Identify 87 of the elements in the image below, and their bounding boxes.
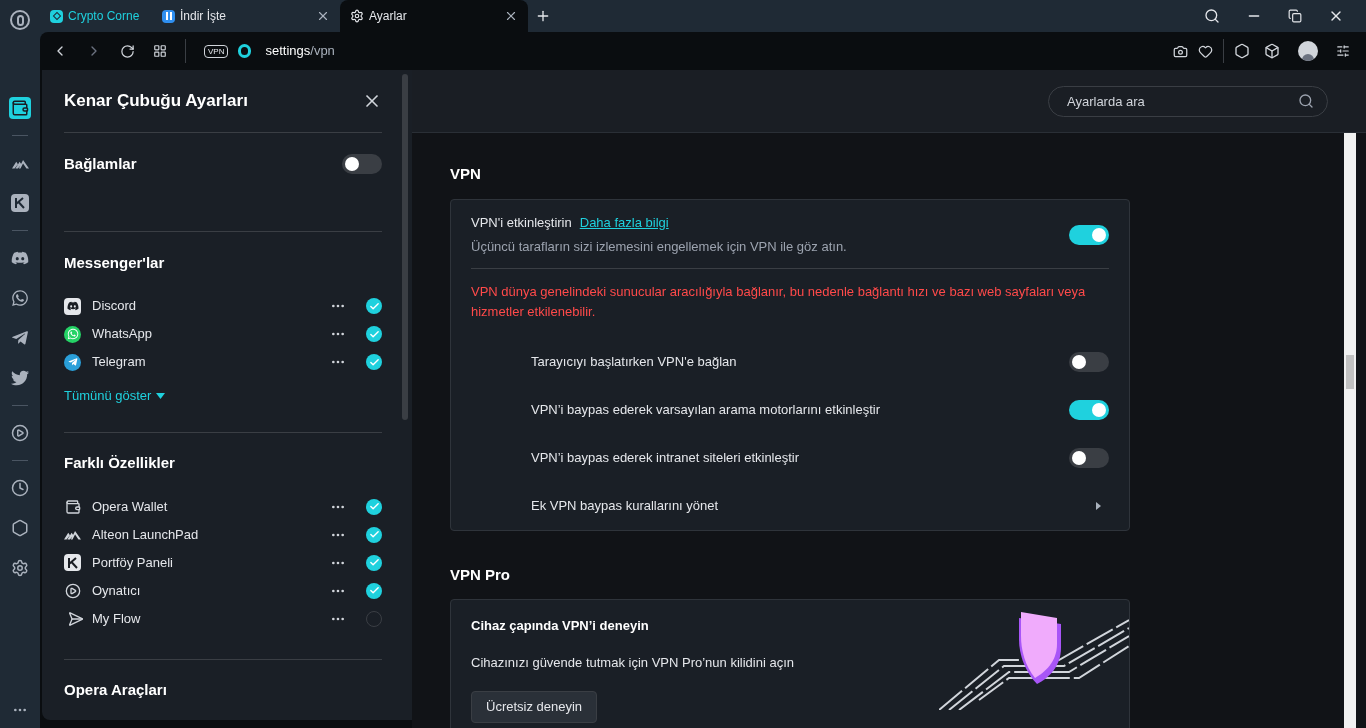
item-checkbox[interactable] — [366, 298, 382, 314]
sidebar-item-name: WhatsApp — [92, 325, 153, 344]
cube-icon[interactable] — [1264, 43, 1280, 59]
item-checkbox[interactable] — [366, 326, 382, 342]
wallet-icon[interactable] — [9, 97, 31, 119]
history-icon[interactable] — [9, 477, 31, 499]
toggle-switch[interactable] — [1069, 224, 1109, 245]
promo-description: Cihazınızı güvende tutmak için VPN Pro’nun kilidini açın — [471, 653, 795, 672]
mountains-icon — [64, 529, 81, 540]
vpn-badge[interactable]: VPN — [204, 44, 229, 58]
search-field[interactable]: Ayarlarda ara — [1048, 85, 1328, 117]
sidebar-item-name: Portföy Paneli — [92, 553, 174, 572]
item-checkbox[interactable] — [366, 354, 382, 370]
option-label: Ek VPN baypas kurallarını yönet — [531, 496, 719, 515]
camera-icon[interactable] — [1173, 43, 1188, 59]
check-icon — [368, 328, 380, 340]
browser-tab[interactable]: Crypto Corne — [40, 0, 152, 32]
grid-icon[interactable] — [153, 44, 167, 58]
toggle-switch[interactable] — [1069, 351, 1109, 372]
search-icon[interactable] — [1204, 8, 1220, 24]
new-tab-icon[interactable] — [535, 8, 551, 24]
settings-icon — [350, 9, 364, 23]
check-icon — [368, 557, 380, 568]
scrollbar[interactable] — [1344, 133, 1356, 728]
check-icon — [368, 529, 380, 540]
k-icon[interactable] — [9, 192, 31, 214]
discord-icon — [64, 297, 81, 315]
restore-icon[interactable] — [1288, 9, 1302, 23]
promo-title: Cihaz çapında VPN’i deneyin — [471, 617, 650, 635]
show-all-link[interactable]: Tümünü göster — [64, 386, 166, 406]
check-icon — [368, 585, 380, 596]
reload-icon[interactable] — [120, 43, 135, 59]
section-title: Opera Araçları — [64, 680, 167, 701]
setting-label: VPN'i etkinleştirin — [471, 213, 572, 232]
check-icon — [368, 300, 380, 312]
pause-icon — [162, 9, 175, 23]
heart-icon[interactable] — [1198, 43, 1213, 59]
play-icon — [64, 582, 81, 599]
section-heading: VPN — [450, 164, 482, 184]
section-title: Farklı Özellikler — [64, 453, 175, 474]
player-icon[interactable] — [9, 422, 31, 444]
search-icon — [1298, 92, 1314, 109]
section-title: Bağlamlar — [64, 153, 137, 174]
sidebar-item-name: My Flow — [92, 609, 142, 628]
avatar-icon[interactable] — [1298, 41, 1318, 61]
item-checkbox[interactable] — [366, 526, 382, 543]
check-icon — [368, 356, 380, 368]
wallet-icon — [64, 498, 81, 515]
k-icon — [64, 554, 81, 571]
scrollbar[interactable] — [402, 74, 408, 420]
section-heading: VPN Pro — [450, 564, 511, 585]
sidebar-item-name: Opera Wallet — [92, 497, 169, 516]
tab-title: İndir İşte — [180, 8, 228, 25]
tab-title: Crypto Corne — [68, 8, 141, 25]
browser-tab[interactable]: İndir İşte — [152, 0, 340, 32]
section-title: Messenger'lar — [64, 252, 165, 273]
sidebar-item-name: Alteon LaunchPad — [92, 525, 200, 544]
item-checkbox[interactable] — [366, 554, 382, 571]
whatsapp-icon[interactable] — [9, 287, 31, 309]
check-icon — [368, 501, 380, 512]
sidebar-item-name: Telegram — [92, 353, 147, 372]
setting-description: Üçüncü tarafların sizi izlemesini engellemek için VPN ile göz atın. — [471, 238, 847, 256]
diamond-icon — [50, 9, 63, 23]
option-label: Tarayıcıyı başlatırken VPN'e bağlan — [531, 352, 737, 371]
chevron-right-icon[interactable] — [1096, 501, 1101, 510]
browser-tab[interactable]: Ayarlar — [340, 0, 528, 32]
toggle-switch[interactable] — [1069, 399, 1109, 420]
toggle-switch[interactable] — [1069, 447, 1109, 468]
warning-text: VPN dünya genelindeki sunucular aracılığıyla bağlanır, bu nedenle bağlantı hızı ve bazı web sayfaları veya hizmetler etkilenebilir. — [471, 282, 1087, 321]
sidebar-item-name: Oynatıcı — [92, 581, 142, 600]
try-free-button[interactable]: Ücretsiz deneyin — [471, 691, 598, 723]
caret-down-icon — [156, 392, 166, 399]
option-label: VPN’i baypas ederek varsayılan arama motorlarını etkinleştir — [531, 400, 880, 419]
learn-more-link[interactable]: Daha fazla bilgi — [579, 212, 669, 232]
sidebar-item-name: Discord — [92, 297, 138, 316]
close-tab-icon[interactable] — [316, 9, 330, 23]
tab-title: Ayarlar — [369, 8, 408, 25]
whatsapp-icon — [64, 325, 81, 343]
close-tab-icon[interactable] — [504, 9, 518, 23]
option-label: VPN’i baypas ederek intranet siteleri etkinleştir — [531, 448, 800, 467]
settings-sliders-icon[interactable] — [1336, 44, 1350, 58]
panel-title: Kenar Çubuğu Ayarları — [64, 90, 248, 113]
address-url[interactable]: settings/vpn — [265, 41, 335, 61]
item-checkbox[interactable] — [366, 498, 382, 515]
item-checkbox[interactable] — [366, 582, 382, 599]
telegram-icon — [64, 353, 81, 371]
toggle-switch[interactable] — [342, 154, 382, 174]
